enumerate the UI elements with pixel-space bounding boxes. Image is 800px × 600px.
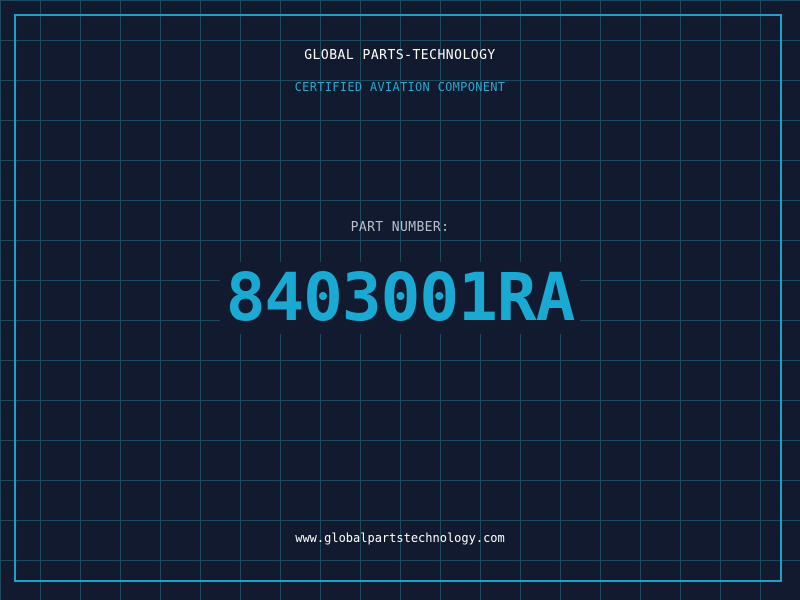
website-url: www.globalpartstechnology.com: [295, 531, 505, 545]
brand-tagline: CERTIFIED AVIATION COMPONENT: [294, 80, 506, 94]
part-number-label: PART NUMBER:: [350, 220, 450, 235]
brand-name: GLOBAL PARTS-TECHNOLOGY: [304, 48, 496, 63]
part-number-value: 8403001RA: [219, 262, 581, 334]
part-number-container: 8403001RA: [0, 262, 800, 342]
